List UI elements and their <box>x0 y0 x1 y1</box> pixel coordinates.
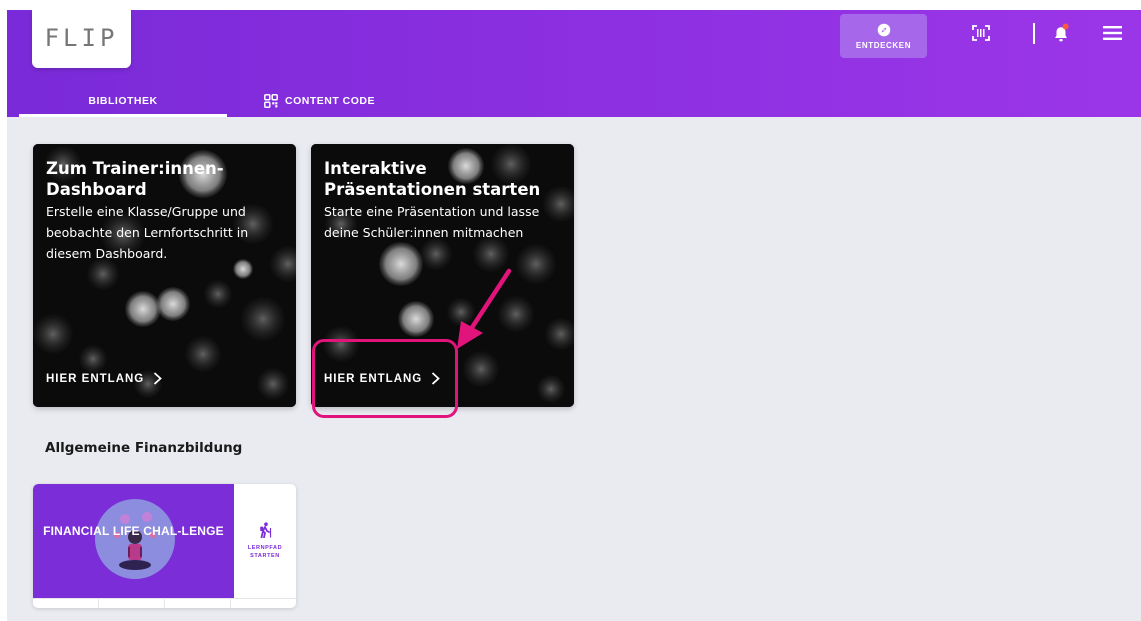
hiking-icon <box>260 522 272 538</box>
card-title: Zum Trainer:innen-Dashboard <box>46 159 224 199</box>
explore-label: ENTDECKEN <box>855 40 912 50</box>
explore-button[interactable]: ENTDECKEN <box>840 14 927 58</box>
tab-label: CONTENT CODE <box>285 94 375 107</box>
tab-bar: BIBLIOTHEK CONTENT CODE <box>7 84 1141 117</box>
section-title: Allgemeine Finanzbildung <box>45 440 243 456</box>
card-link[interactable]: HIER ENTLANG <box>46 372 163 385</box>
bell-icon[interactable] <box>1052 23 1070 43</box>
course-footer <box>33 598 296 608</box>
logo-text: FLIP <box>44 24 119 52</box>
card-title: Interaktive Präsentationen starten <box>324 159 541 199</box>
card-description: Starte eine Präsentation und lasse deine… <box>324 204 540 240</box>
logo[interactable]: FLIP <box>32 10 131 68</box>
notification-dot <box>1062 23 1069 30</box>
course-thumbnail: FINANCIAL LIFE CHAL-LENGE <box>33 484 234 598</box>
barcode-scan-icon[interactable] <box>972 25 990 41</box>
header-divider <box>1033 23 1035 44</box>
card-link-label: HIER ENTLANG <box>46 372 145 385</box>
start-learning-path-label: LERNPFAD STARTEN <box>247 545 283 559</box>
tab-label: BIBLIOTHEK <box>88 94 158 107</box>
start-learning-path-button[interactable]: LERNPFAD STARTEN <box>234 484 296 598</box>
trainer-dashboard-card[interactable]: Zum Trainer:innen-Dashboard Erstelle ein… <box>33 144 296 407</box>
course-card[interactable]: FINANCIAL LIFE CHAL-LENGE LERNPFAD START… <box>33 484 296 608</box>
tab-bibliothek[interactable]: BIBLIOTHEK <box>19 84 227 117</box>
qr-code-icon <box>264 93 278 108</box>
menu-icon[interactable] <box>1103 25 1122 41</box>
course-illustration <box>95 499 175 579</box>
card-content: Zum Trainer:innen-Dashboard Erstelle ein… <box>46 158 288 264</box>
top-bar: FLIP ENTDECKEN BIBLIOTHEK CONTENT CODE <box>7 10 1141 117</box>
chevron-right-icon <box>154 372 163 385</box>
card-content: Interaktive Präsentationen starten Start… <box>324 158 566 243</box>
app-window: FLIP ENTDECKEN BIBLIOTHEK CONTENT CODE Z… <box>7 10 1141 621</box>
annotation-highlight-box <box>312 339 458 418</box>
tab-content-code[interactable]: CONTENT CODE <box>264 84 404 117</box>
active-tab-indicator <box>19 114 227 117</box>
card-description: Erstelle eine Klasse/Gruppe und beobacht… <box>46 204 249 261</box>
compass-icon <box>877 23 890 36</box>
course-title: FINANCIAL LIFE CHAL-LENGE <box>43 524 224 538</box>
annotation-arrow-icon <box>457 268 512 349</box>
meditating-person-icon <box>114 512 156 570</box>
